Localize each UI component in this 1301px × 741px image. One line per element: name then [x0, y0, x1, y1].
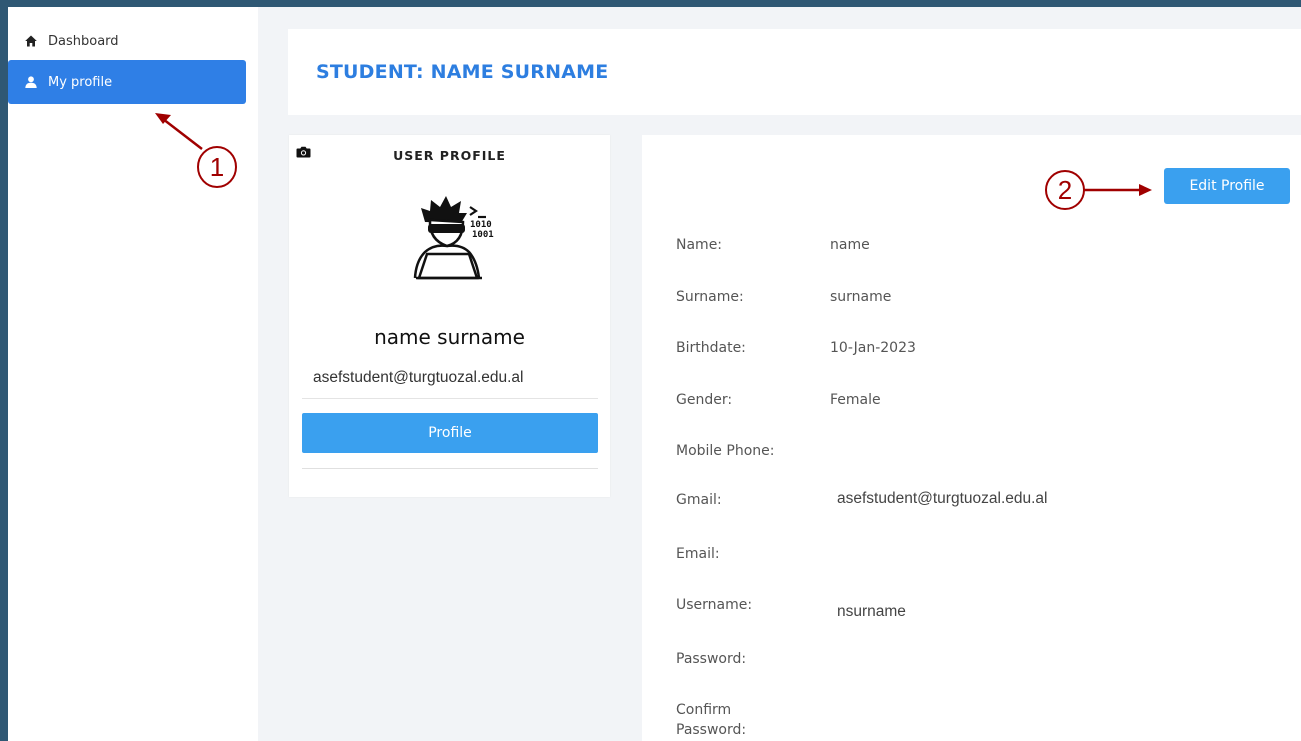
- field-value-surname: surname: [830, 289, 892, 305]
- home-icon: [25, 35, 37, 47]
- profile-display-email: asefstudent@turgtuozal.edu.al: [313, 369, 524, 386]
- field-label-birthdate: Birthdate:: [676, 340, 746, 356]
- sidebar-item-label: Dashboard: [48, 33, 119, 49]
- field-label-username: Username:: [676, 597, 753, 613]
- window-frame-left: [0, 0, 8, 741]
- user-profile-card: USER PROFILE 1010 1001 name surname asef…: [289, 135, 610, 497]
- divider: [302, 398, 598, 399]
- avatar: 1010 1001: [403, 194, 499, 280]
- user-icon: [25, 76, 37, 88]
- sidebar-item-my-profile[interactable]: My profile: [8, 60, 246, 104]
- profile-button[interactable]: Profile: [302, 413, 598, 453]
- svg-text:1010: 1010: [470, 220, 492, 230]
- page-title: STUDENT: NAME SURNAME: [316, 61, 609, 83]
- field-value-username: nsurname: [837, 603, 906, 620]
- header-bar: STUDENT: NAME SURNAME: [288, 29, 1301, 115]
- profile-display-name: name surname: [374, 325, 525, 349]
- divider: [302, 468, 598, 469]
- field-label-email: Email:: [676, 546, 720, 562]
- field-label-confirm-password: Confirm Password:: [676, 702, 747, 738]
- annotation-1-number: 1: [209, 152, 225, 182]
- annotation-2-number: 2: [1057, 175, 1073, 205]
- field-label-gmail: Gmail:: [676, 492, 722, 508]
- edit-profile-button[interactable]: Edit Profile: [1164, 168, 1290, 204]
- svg-text:1001: 1001: [472, 230, 494, 240]
- field-value-name: name: [830, 237, 870, 253]
- field-label-gender: Gender:: [676, 392, 733, 408]
- sidebar-item-dashboard[interactable]: Dashboard: [8, 19, 246, 63]
- field-value-gmail: asefstudent@turgtuozal.edu.al: [837, 490, 1048, 507]
- field-value-birthdate: 10-Jan-2023: [830, 340, 916, 356]
- field-label-name: Name:: [676, 237, 723, 253]
- window-frame-top: [0, 0, 1301, 7]
- field-label-surname: Surname:: [676, 289, 744, 305]
- profile-details-card: Edit Profile Name: name Surname: surname…: [642, 135, 1301, 741]
- sidebar: Dashboard My profile: [8, 7, 258, 741]
- card-title: USER PROFILE: [393, 148, 506, 163]
- field-label-mobile-phone: Mobile Phone:: [676, 443, 775, 459]
- field-value-gender: Female: [830, 392, 881, 408]
- main-content: STUDENT: NAME SURNAME USER PROFILE 1010 …: [258, 7, 1301, 741]
- sidebar-item-label: My profile: [48, 74, 113, 90]
- field-label-password: Password:: [676, 651, 747, 667]
